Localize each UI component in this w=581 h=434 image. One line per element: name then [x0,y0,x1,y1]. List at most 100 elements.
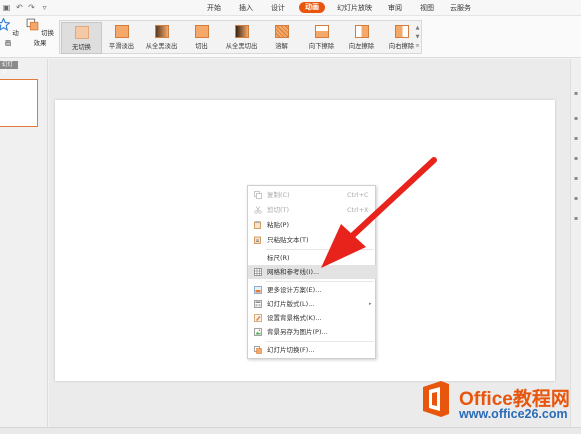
redo-icon[interactable]: ↷ [27,3,36,12]
transition-wipe-left[interactable]: 向左擦除 [341,22,382,54]
transition-fade-from-black[interactable]: 从全黑淡出 [141,22,182,54]
transition-thumbnail [234,25,249,38]
transition-effect-label: 切换效果 [33,29,55,47]
menu-item-paste-text-only[interactable]: 只粘贴文本(T) [248,233,376,247]
paste-icon [254,221,261,229]
transition-label: 向下擦除 [308,43,335,50]
task-icon[interactable]: ▪ [574,176,579,182]
slide-thumbnail[interactable] [0,79,38,127]
animation-button[interactable]: 动画 [0,17,20,47]
menu-item-cut[interactable]: 剪切(T) Ctrl+X [248,203,376,217]
menu-item-shortcut: Ctrl+X [347,206,369,214]
transition-label: 向左擦除 [348,43,375,50]
context-menu: 复制(C) Ctrl+C 剪切(T) Ctrl+X 粘贴(P) 只粘贴文本(T)… [247,185,376,359]
ribbon: 动画 切换效果 无切换 平滑淡出 从全黑淡出 切出 从全黑切出 溶解 向下擦除 … [0,16,581,58]
star-animation-icon [0,17,12,32]
brand-url: www.office26.com [459,407,568,421]
menu-separator [266,281,374,282]
menu-item-format-background[interactable]: 设置背景格式(K)... [248,311,376,325]
tab-home[interactable]: 开始 [207,3,221,13]
right-task-strip: ▪ ▪ ▪ ▪ ▪ ▪ ▪ [570,59,581,427]
menu-separator [266,249,374,250]
transition-wipe-down[interactable]: 向下擦除 [301,22,342,54]
design-icon [254,286,262,294]
task-icon[interactable]: ▪ [574,216,579,222]
menu-bar: ▣ ↶ ↷ ▿ 开始 插入 设计 动画 幻灯片放映 审阅 视图 云服务 [0,0,581,16]
background-icon [254,314,262,322]
transition-thumbnail [274,25,289,38]
tab-animation[interactable]: 动画 [299,2,325,13]
transition-thumbnail [314,25,329,38]
animation-label: 动画 [4,29,19,47]
menu-separator [266,341,374,342]
menu-item-label: 标尺(R) [267,254,290,262]
scissors-icon [254,206,262,214]
submenu-arrow-icon: ▸ [369,301,372,307]
tab-review[interactable]: 审阅 [388,3,402,13]
transition-icon [254,346,262,354]
slide-panel: 幻灯片 [0,59,48,427]
transition-label: 向右擦除 [388,43,415,50]
menu-item-shortcut: Ctrl+C [347,191,369,199]
transition-none[interactable]: 无切换 [61,22,102,54]
tab-view[interactable]: 视图 [420,3,434,13]
grid-icon [254,268,262,276]
save-image-icon [254,328,262,336]
tab-slideshow[interactable]: 幻灯片放映 [337,3,372,13]
tab-cloud-service[interactable]: 云服务 [450,3,471,13]
task-icon[interactable]: ▪ [574,156,579,162]
menu-item-label: 更多设计方案(E)... [267,286,322,294]
transition-label: 从全黑切出 [225,43,258,50]
menu-item-label: 背景另存为图片(P)... [267,328,328,336]
menu-item-save-background-as-image[interactable]: 背景另存为图片(P)... [248,325,376,339]
menu-item-ruler[interactable]: 标尺(R) [248,251,376,265]
menu-item-label: 复制(C) [267,191,290,199]
gallery-more-icon[interactable]: ≡ [415,42,420,51]
transition-label: 切出 [195,43,208,50]
menu-item-slide-layout[interactable]: 幻灯片版式(L)... ▸ [248,297,376,311]
paste-text-icon [254,236,261,244]
transition-thumbnail [74,26,89,39]
undo-icon[interactable]: ↶ [15,3,24,12]
transition-label: 无切换 [72,44,91,51]
menu-item-label: 粘贴(P) [267,221,289,229]
quick-access-dropdown-icon[interactable]: ▿ [40,3,49,12]
task-icon[interactable]: ▪ [574,91,579,97]
menu-item-slide-transition[interactable]: 幻灯片切换(F)... [248,343,376,357]
transition-label: 从全黑淡出 [145,43,178,50]
menu-item-copy[interactable]: 复制(C) Ctrl+C [248,188,376,202]
menu-item-more-designs[interactable]: 更多设计方案(E)... [248,283,376,297]
chevron-up-icon[interactable]: ▲ [415,24,420,33]
transition-dissolve[interactable]: 溶解 [261,22,302,54]
menu-item-label: 幻灯片切换(F)... [267,346,315,354]
menu-item-paste[interactable]: 粘贴(P) [248,218,376,232]
transition-thumbnail [114,25,129,38]
layout-icon [254,300,262,308]
task-icon[interactable]: ▪ [574,196,579,202]
transition-effect-button[interactable]: 切换效果 [24,18,56,47]
menu-item-grid-and-guides[interactable]: 网格和参考线(I)... [248,265,376,279]
transition-thumbnail [394,25,409,38]
transition-label: 平滑淡出 [108,43,135,50]
menu-item-label: 设置背景格式(K)... [267,314,322,322]
transition-cut-from-black[interactable]: 从全黑切出 [221,22,262,54]
task-icon[interactable]: ▪ [574,136,579,142]
task-icon[interactable]: ▪ [574,116,579,122]
transition-cut[interactable]: 切出 [181,22,222,54]
save-icon[interactable]: ▣ [2,3,11,12]
copy-icon [254,191,262,199]
transition-thumbnail [194,25,209,38]
transition-thumbnail [154,25,169,38]
gallery-scroll[interactable]: ▲ ▼ ≡ [415,24,420,51]
chevron-down-icon[interactable]: ▼ [415,33,420,42]
office-logo [423,381,449,417]
menu-item-label: 幻灯片版式(L)... [267,300,315,308]
transition-smooth-fade[interactable]: 平滑淡出 [101,22,142,54]
menu-item-label: 剪切(T) [267,206,290,214]
tab-insert[interactable]: 插入 [239,3,253,13]
watermark: Office教程网 www.office26.com [419,380,581,430]
tab-design[interactable]: 设计 [271,3,285,13]
menu-item-label: 网格和参考线(I)... [267,268,320,276]
transition-effect-icon [26,18,39,31]
slides-tab[interactable]: 幻灯片 [0,61,18,76]
